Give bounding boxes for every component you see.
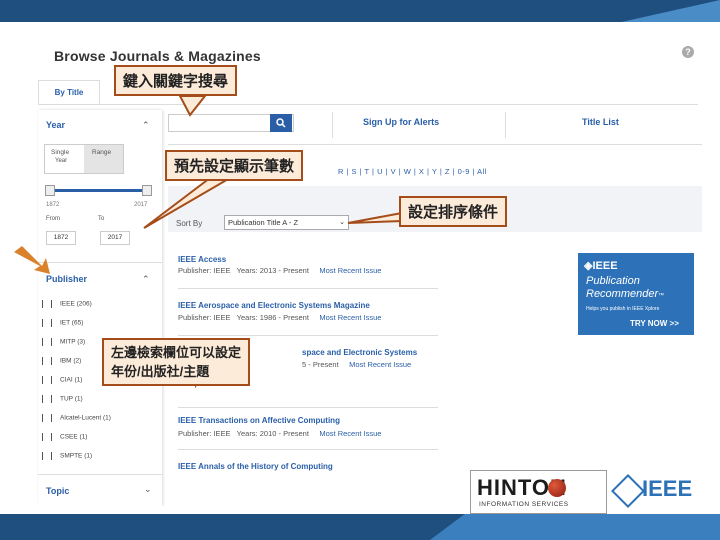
ieee-logo-text: IEEE [642,476,693,501]
display-count-callout-pointer [143,177,234,229]
callout-sort-condition: 設定排序條件 [399,196,508,227]
keyword-callout-pointer [178,95,208,117]
callout-left-fields-line1: 左邊檢索欄位可以設定 [111,345,242,360]
hinton-logo: HINTON INFORMATION SERVICES [470,470,607,514]
callout-display-count: 預先設定顯示筆數 [165,150,304,181]
callout-pointers [14,95,403,389]
callout-left-fields: 左邊檢索欄位可以設定 年份/出版社/主題 [102,338,251,386]
hinton-logo-subtitle: INFORMATION SERVICES [479,501,569,508]
callout-keyword-search: 鍵入關鍵字搜尋 [114,65,238,96]
callout-left-fields-line2: 年份/出版社/主題 [111,364,210,379]
ieee-logo: IEEE [611,470,704,512]
globe-icon [548,479,566,497]
sort-callout-pointer [347,211,403,224]
orange-arrow-icon [14,246,50,274]
ieee-diamond-icon [611,474,645,508]
